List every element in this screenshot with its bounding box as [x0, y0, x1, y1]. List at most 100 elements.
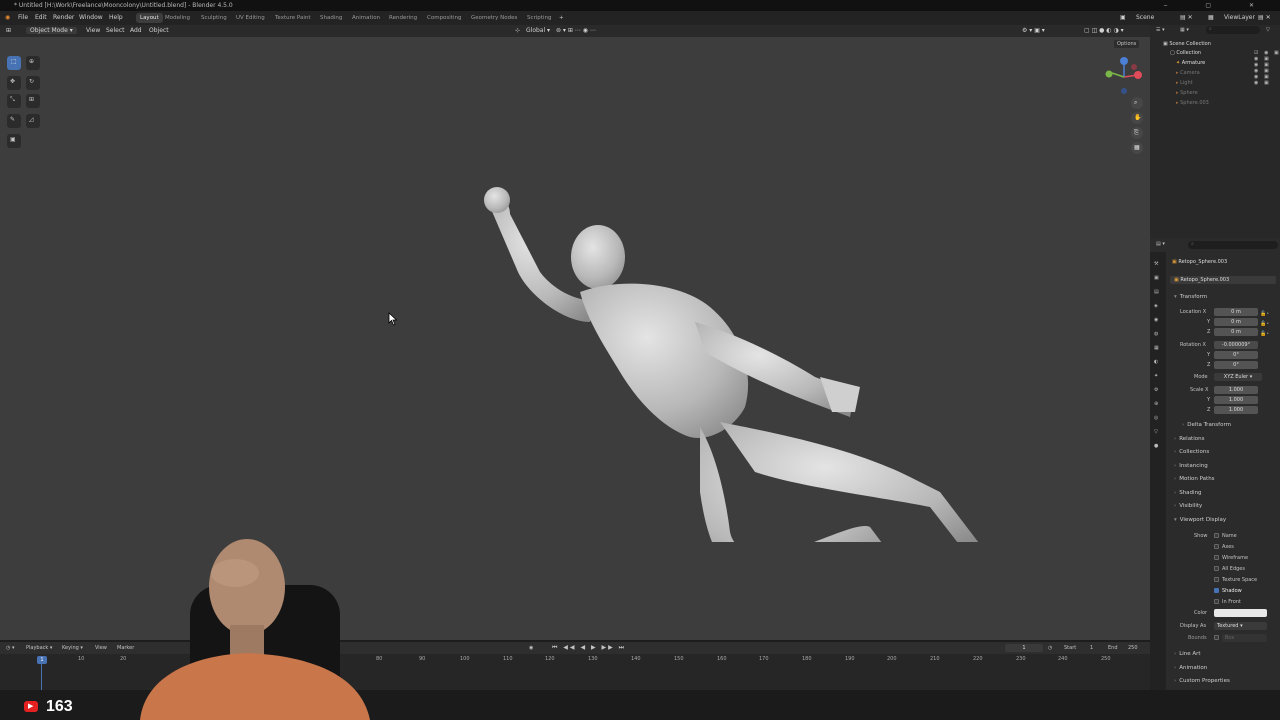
show-axes-checkbox[interactable]	[1214, 544, 1219, 549]
menu-window[interactable]: Window	[79, 14, 103, 21]
blender-logo-icon[interactable]: ◉	[5, 14, 10, 21]
show-texture-space-checkbox[interactable]	[1214, 577, 1219, 582]
relations-panel-header[interactable]: › Relations	[1174, 436, 1204, 442]
playhead-frame-indicator[interactable]: 1	[37, 656, 47, 664]
tab-rendering[interactable]: Rendering	[385, 13, 421, 23]
outliner-item-armature[interactable]: ✦ Armature	[1176, 60, 1205, 66]
character-mesh[interactable]	[470, 182, 1010, 542]
show-shadow-checkbox[interactable]	[1214, 588, 1219, 593]
motion-paths-panel-header[interactable]: › Motion Paths	[1174, 476, 1215, 482]
show-wireframe-checkbox[interactable]	[1214, 555, 1219, 560]
timeline-menu-playback[interactable]: Playback ▾	[26, 645, 52, 651]
tab-uv-editing[interactable]: UV Editing	[232, 13, 269, 23]
scale-z-field[interactable]: 1.000	[1214, 406, 1258, 414]
transform-panel-header[interactable]: ▾ Transform	[1174, 294, 1207, 300]
tab-animation[interactable]: Animation	[348, 13, 384, 23]
menu-file[interactable]: File	[18, 14, 28, 21]
record-keyframe-icon[interactable]: ◉	[529, 645, 533, 651]
animation-panel-header[interactable]: › Animation	[1174, 665, 1207, 671]
shading-panel-header[interactable]: › Shading	[1174, 490, 1202, 496]
outliner-visibility-icons[interactable]: ☑ ◉ ▣ ◉ ▣ ◉ ▣ ◉ ▣ ◉ ▣ ◉ ▣	[1254, 50, 1280, 86]
playback-controls[interactable]: ⏮ ◀◀ ◀ ▶ ▶▶ ⏭	[552, 644, 626, 652]
line-art-panel-header[interactable]: › Line Art	[1174, 651, 1201, 657]
measure-tool[interactable]: ◿	[26, 114, 40, 128]
pivot-snap-icons[interactable]: ⊚ ▾ ⊞ ⋯ ◉ ⋯	[556, 27, 596, 34]
properties-search-input[interactable]: ⌕	[1188, 241, 1278, 249]
start-frame-value[interactable]: 1	[1090, 645, 1093, 651]
scene-buttons[interactable]: ▤ ✕	[1180, 14, 1193, 21]
menu-edit[interactable]: Edit	[35, 14, 47, 21]
rotation-z-field[interactable]: 0°	[1214, 361, 1258, 369]
timeline-menu-view[interactable]: View	[95, 645, 107, 651]
viewport-menu-add[interactable]: Add	[130, 27, 142, 34]
outliner-search-input[interactable]: ⌕	[1206, 26, 1260, 34]
view-layer-buttons[interactable]: ▤ ✕	[1258, 14, 1271, 21]
delta-transform-header[interactable]: › Delta Transform	[1182, 422, 1231, 428]
tab-texture-paint[interactable]: Texture Paint	[271, 13, 315, 23]
scene-collection-row[interactable]: ▣ Scene Collection	[1163, 41, 1211, 47]
tab-shading[interactable]: Shading	[316, 13, 346, 23]
move-tool[interactable]: ✥	[7, 76, 21, 90]
tab-geometry-nodes[interactable]: Geometry Nodes	[467, 13, 521, 23]
location-x-field[interactable]: 0 m	[1214, 308, 1258, 316]
tab-scripting[interactable]: Scripting	[523, 13, 555, 23]
transform-lock-icons[interactable]: 🔓• 🔓• 🔓•	[1260, 309, 1269, 339]
rotation-y-field[interactable]: 0°	[1214, 351, 1258, 359]
outliner-filter-icon[interactable]: ▦ ▾	[1180, 27, 1189, 33]
timeline-menu-keying[interactable]: Keying ▾	[62, 645, 83, 651]
preview-range-icon[interactable]: ◷	[1048, 645, 1052, 651]
object-mode-dropdown[interactable]: Object Mode ▾	[26, 27, 77, 34]
transform-orientation-dropdown[interactable]: Global ▾	[526, 27, 550, 34]
collection-row[interactable]: ▢ Collection	[1170, 50, 1201, 56]
tab-modeling[interactable]: Modeling	[161, 13, 194, 23]
timeline-menu-marker[interactable]: Marker	[117, 645, 134, 651]
window-controls[interactable]: ‒ ▢ ✕	[1164, 0, 1272, 11]
viewport-options-button[interactable]: Options	[1114, 40, 1140, 48]
rotation-x-field[interactable]: -0.000009°	[1214, 341, 1258, 349]
outliner-item-camera[interactable]: ▸ Camera	[1176, 70, 1200, 76]
add-workspace-button[interactable]: +	[555, 13, 568, 23]
bounds-checkbox[interactable]	[1214, 635, 1219, 640]
tab-sculpting[interactable]: Sculpting	[197, 13, 231, 23]
current-frame-field[interactable]: 1	[1005, 644, 1043, 652]
menu-help[interactable]: Help	[109, 14, 123, 21]
outliner-item-sphere-003[interactable]: ▸ Sphere.003	[1176, 100, 1209, 106]
viewport-menu-object[interactable]: Object	[149, 27, 169, 34]
select-box-tool[interactable]: ⬚	[7, 56, 21, 70]
properties-tab-strip[interactable]: ⚒ ▣ ▤ ◈ ◉ ◍ ▦ ◐ ✦ ⚙ ⊕ ◎ ▽ ●	[1150, 252, 1166, 690]
custom-properties-panel-header[interactable]: › Custom Properties	[1174, 678, 1230, 684]
properties-editor-icon[interactable]: ▤ ▾	[1156, 241, 1165, 247]
properties-tab-icons[interactable]: ⚒ ▣ ▤ ◈ ◉ ◍ ▦ ◐ ✦ ⚙ ⊕ ◎ ▽ ●	[1154, 257, 1159, 453]
display-as-dropdown[interactable]: Textured ▾	[1214, 622, 1267, 630]
scale-tool[interactable]: ⤡	[7, 94, 21, 108]
visibility-gizmo-icons[interactable]: ⚙ ▾ ▣ ▾	[1022, 27, 1045, 34]
view-layer-selector[interactable]: ViewLayer	[1224, 14, 1255, 21]
transform-tool[interactable]: ⊞	[26, 94, 40, 108]
scale-y-field[interactable]: 1.000	[1214, 396, 1258, 404]
rotation-mode-dropdown[interactable]: XYZ Euler ▾	[1214, 373, 1262, 381]
viewport-menu-view[interactable]: View	[86, 27, 100, 34]
menu-render[interactable]: Render	[53, 14, 74, 21]
show-all-edges-checkbox[interactable]	[1214, 566, 1219, 571]
viewport-display-panel-header[interactable]: ▾ Viewport Display	[1174, 517, 1226, 523]
outliner-editor-icon[interactable]: ☰ ▾	[1156, 27, 1165, 33]
add-cube-tool[interactable]: ▣	[7, 134, 21, 148]
timeline-editor-icon[interactable]: ◷ ▾	[6, 645, 14, 651]
object-color-swatch[interactable]	[1214, 609, 1267, 617]
scene-selector[interactable]: Scene	[1136, 14, 1154, 21]
zoom-icon[interactable]: ⌕	[1131, 97, 1143, 109]
shading-mode-icons[interactable]: ▢ ◫ ● ◐ ◑ ▾	[1084, 27, 1124, 34]
perspective-grid-icon[interactable]: ▦	[1131, 142, 1143, 154]
object-name-field[interactable]: ▣ Retopo_Sphere.003	[1170, 276, 1276, 284]
visibility-panel-header[interactable]: › Visibility	[1174, 503, 1202, 509]
cursor-tool[interactable]: ⊕	[26, 56, 40, 70]
show-name-checkbox[interactable]	[1214, 533, 1219, 538]
outliner-filter-funnel-icon[interactable]: ▽	[1266, 27, 1270, 33]
location-z-field[interactable]: 0 m	[1214, 328, 1258, 336]
bounds-dropdown[interactable]: Box	[1222, 634, 1267, 642]
collections-panel-header[interactable]: › Collections	[1174, 449, 1209, 455]
camera-view-icon[interactable]: ⎘	[1131, 127, 1143, 139]
outliner-item-light[interactable]: ▸ Light	[1176, 80, 1193, 86]
outliner-item-sphere[interactable]: ▸ Sphere	[1176, 90, 1198, 96]
location-y-field[interactable]: 0 m	[1214, 318, 1258, 326]
